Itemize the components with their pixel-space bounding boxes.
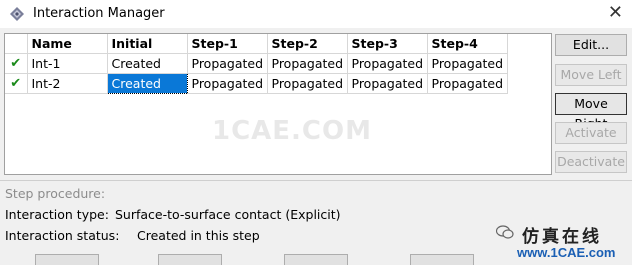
table-row[interactable]: ✔ Int-2 Created Propagated Propagated Pr… — [5, 73, 508, 94]
table-cell[interactable]: Int-1 — [27, 53, 108, 74]
table-cell[interactable]: Propagated — [187, 53, 268, 74]
deactivate-button[interactable]: Deactivate — [555, 151, 627, 173]
close-icon[interactable]: ✕ — [608, 2, 623, 24]
table-cell[interactable]: Propagated — [347, 73, 428, 94]
header-initial[interactable]: Initial — [107, 34, 188, 54]
interaction-type-row: Interaction type: Surface-to-surface con… — [5, 207, 625, 222]
watermark-text: 1CAE.COM — [212, 116, 372, 146]
table-cell[interactable]: Propagated — [427, 73, 508, 94]
interaction-type-value: Surface-to-surface contact (Explicit) — [115, 207, 341, 222]
table-cell[interactable]: Propagated — [347, 53, 428, 74]
table-cell[interactable]: Int-2 — [27, 73, 108, 94]
active-check-icon[interactable]: ✔ — [5, 53, 28, 74]
interaction-table: Name Initial Step-1 Step-2 Step-3 Step-4… — [4, 33, 552, 175]
app-icon — [10, 7, 24, 21]
interaction-status-row: Interaction status: Created in this step — [5, 228, 485, 243]
header-name[interactable]: Name — [27, 34, 108, 54]
header-check — [5, 34, 28, 54]
wechat-icon — [496, 225, 514, 239]
table-cell[interactable]: Propagated — [267, 53, 348, 74]
table-cell[interactable]: Propagated — [427, 53, 508, 74]
edit-button[interactable]: Edit... — [555, 34, 627, 56]
divider — [0, 180, 632, 181]
title-bar: Interaction Manager ✕ — [0, 0, 632, 28]
table-cell[interactable]: Propagated — [187, 73, 268, 94]
dismiss-button[interactable] — [35, 254, 99, 265]
table-header-row: Name Initial Step-1 Step-2 Step-3 Step-4 — [5, 34, 508, 54]
header-step-1[interactable]: Step-1 — [187, 34, 268, 54]
activate-button[interactable]: Activate — [555, 122, 627, 144]
step-procedure-row: Step procedure: — [5, 186, 105, 201]
move-left-button[interactable]: Move Left — [555, 64, 627, 86]
window-title: Interaction Manager — [33, 6, 165, 21]
header-step-4[interactable]: Step-4 — [427, 34, 508, 54]
empty-row — [5, 94, 507, 114]
move-right-button[interactable]: Move Right — [555, 93, 627, 131]
table-row[interactable]: ✔ Int-1 Created Propagated Propagated Pr… — [5, 53, 508, 74]
interaction-type-label: Interaction type: — [5, 207, 109, 222]
interaction-status-value: Created in this step — [137, 228, 260, 243]
table-cell[interactable]: Propagated — [267, 73, 348, 94]
table-cell-selected[interactable]: Created — [106, 73, 188, 94]
header-step-2[interactable]: Step-2 — [267, 34, 348, 54]
bottom-button-3[interactable] — [284, 254, 348, 265]
active-check-icon[interactable]: ✔ — [5, 73, 28, 94]
step-procedure-label: Step procedure: — [5, 186, 106, 201]
bottom-button-4[interactable] — [410, 254, 474, 265]
bottom-button-2[interactable] — [158, 254, 222, 265]
header-step-3[interactable]: Step-3 — [347, 34, 428, 54]
logo-url: www.1CAE.com — [517, 245, 616, 260]
interaction-status-label: Interaction status: — [5, 228, 120, 243]
table-cell[interactable]: Created — [107, 53, 188, 74]
logo-chinese-text: 仿真在线 — [522, 227, 602, 247]
